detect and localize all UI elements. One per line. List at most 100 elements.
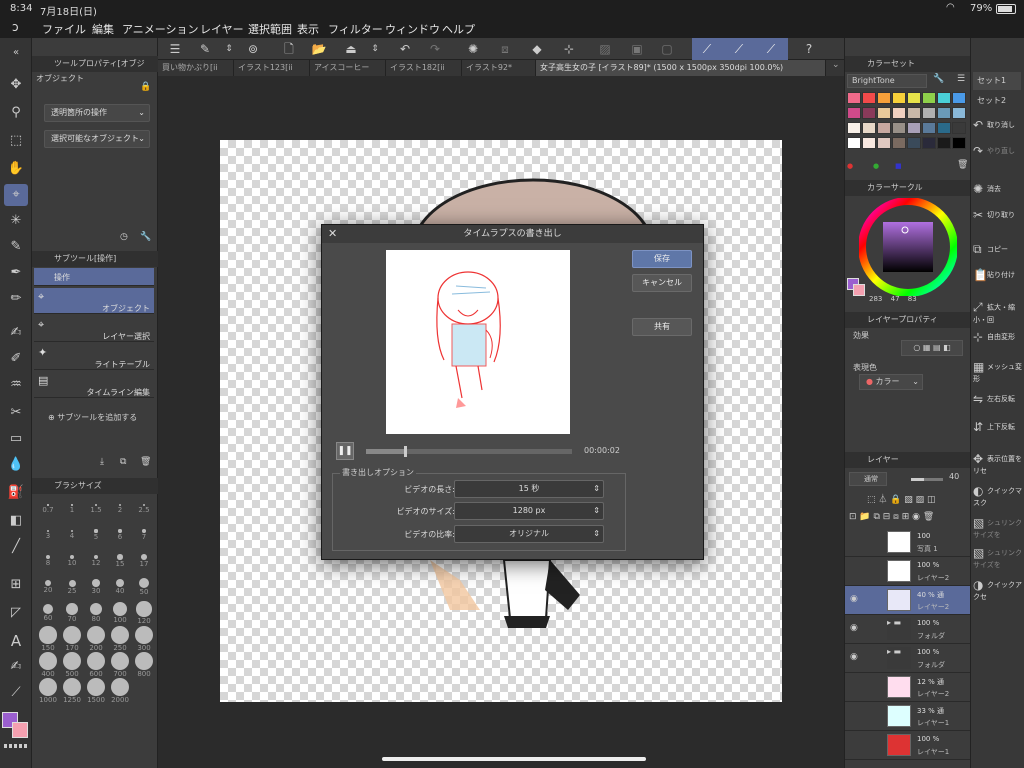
color-swatch[interactable]: [892, 122, 906, 134]
magic-wand-icon[interactable]: ✳: [4, 210, 28, 232]
eyedropper-icon[interactable]: ✎: [4, 236, 28, 258]
save-button[interactable]: 保存: [632, 250, 692, 268]
brush-size-preset[interactable]: 700: [108, 652, 132, 678]
tab-document[interactable]: イラスト123[ii: [234, 60, 310, 76]
undo-icon[interactable]: ↶: [396, 40, 414, 58]
color-swatch[interactable]: [922, 92, 936, 104]
color-swatch[interactable]: [862, 122, 876, 134]
loading-icon[interactable]: ✺: [464, 40, 482, 58]
brush-size-preset[interactable]: 3: [36, 524, 60, 548]
chevron-down-icon[interactable]: ⌄: [832, 60, 840, 70]
tab-document[interactable]: イラスト92*: [462, 60, 536, 76]
blend-mode-select[interactable]: 通常: [849, 472, 887, 486]
brush-size-preset[interactable]: 50: [132, 576, 156, 600]
balloon-icon[interactable]: ✍: [4, 656, 28, 678]
hand-icon[interactable]: ✋: [4, 158, 28, 180]
brush-size-preset[interactable]: 2000: [108, 678, 132, 704]
blue-dot-icon[interactable]: ■: [895, 162, 902, 170]
crop-icon[interactable]: ⊹: [560, 40, 578, 58]
open-folder-icon[interactable]: 📂: [310, 40, 328, 58]
brush-size-preset[interactable]: 60: [36, 602, 60, 626]
brush-size-preset[interactable]: 80: [84, 602, 108, 626]
visibility-icon[interactable]: ◉: [850, 594, 858, 604]
fill-icon[interactable]: ⛽: [4, 482, 28, 504]
help-icon[interactable]: ?: [800, 40, 818, 58]
command-button[interactable]: ▧ シュリンクサイズを: [973, 516, 1024, 540]
decoration-icon[interactable]: ♒: [4, 374, 28, 396]
brush-size-preset[interactable]: 500: [60, 652, 84, 678]
brush-size-preset[interactable]: 8: [36, 550, 60, 574]
color-wheel[interactable]: [859, 198, 957, 296]
color-swatch[interactable]: [922, 107, 936, 119]
trash-icon[interactable]: 🗑: [140, 457, 151, 467]
save-icon[interactable]: ⏏: [342, 40, 360, 58]
deselect-icon[interactable]: ▨: [596, 40, 614, 58]
clear-icon[interactable]: ▢: [658, 40, 676, 58]
set2-tab[interactable]: セット2: [973, 92, 1021, 110]
brush-size-preset[interactable]: 1: [60, 498, 84, 522]
color-set-select[interactable]: BrightTone: [847, 74, 927, 88]
subtool-copy-icon[interactable]: ⧉: [120, 457, 126, 467]
timeline-scrubber[interactable]: [366, 446, 572, 457]
command-button[interactable]: ◑ クイックアクセ: [973, 578, 1024, 602]
fill-bucket-icon[interactable]: ◆: [528, 40, 546, 58]
wrench-icon[interactable]: 🔧: [933, 74, 944, 84]
brush-size-preset[interactable]: 2.5: [132, 498, 156, 522]
video-ratio-select[interactable]: オリジナル ⇕: [454, 525, 604, 543]
layer-row[interactable]: 12 % 通レイヤー2: [845, 673, 971, 702]
layer-row[interactable]: ◉ ▸ ▬ 100 % フォルダ: [845, 615, 971, 644]
command-button[interactable]: ↶ 取り消し: [973, 118, 1024, 132]
menu-filter[interactable]: フィルター: [328, 21, 383, 37]
brush-size-preset[interactable]: 1500: [84, 678, 108, 704]
stabilizer-2-icon[interactable]: ⟋: [730, 40, 748, 58]
app-logo-icon[interactable]: ↄ: [12, 20, 19, 34]
menu-window[interactable]: ウィンドウ: [385, 21, 440, 37]
pencil-icon[interactable]: ✏: [4, 288, 28, 310]
command-button[interactable]: ✂ 切り取り: [973, 208, 1024, 222]
subtool-group-operation[interactable]: 操作: [34, 268, 154, 286]
tab-document[interactable]: イラスト182[ii: [386, 60, 462, 76]
color-swatch[interactable]: [877, 137, 891, 149]
wrench-icon[interactable]: 🔧: [140, 232, 151, 242]
color-swatch[interactable]: [892, 137, 906, 149]
brush-size-preset[interactable]: 120: [132, 601, 156, 626]
subtool-light-table[interactable]: ✦ ライトテーブル: [34, 344, 154, 370]
close-icon[interactable]: ✕: [328, 225, 337, 243]
pen-icon[interactable]: ✒: [4, 262, 28, 284]
color-swatch[interactable]: [847, 122, 861, 134]
brush-size-preset[interactable]: 2: [108, 498, 132, 522]
figure-icon[interactable]: ╱: [4, 536, 28, 558]
brush-size-preset[interactable]: 1000: [36, 678, 60, 704]
color-swatch[interactable]: [862, 107, 876, 119]
menu-view[interactable]: 表示: [297, 21, 319, 37]
command-button[interactable]: ⤢ 拡大・縮小・回: [973, 300, 1024, 325]
selectable-object-select[interactable]: 選択可能なオブジェクト ⌄: [44, 130, 150, 148]
color-swatch[interactable]: [892, 92, 906, 104]
menu-icon[interactable]: ☰: [166, 40, 184, 58]
subtool-layer-select[interactable]: ⌖ レイヤー選択: [34, 316, 154, 342]
layer-row[interactable]: 100 % レイヤー2: [845, 557, 971, 586]
invert-icon[interactable]: ▣: [628, 40, 646, 58]
updown-icon[interactable]: ⇕: [366, 40, 384, 58]
cancel-button[interactable]: キャンセル: [632, 274, 692, 292]
layer-row[interactable]: ◉ ▸ ▬ 100 % フォルダ: [845, 644, 971, 673]
color-swatch[interactable]: [937, 92, 951, 104]
subtool-duplicate-icon[interactable]: ⤓: [100, 457, 104, 467]
operation-tool-icon[interactable]: ⌖: [4, 184, 28, 206]
color-swatch[interactable]: [907, 92, 921, 104]
brush-size-preset[interactable]: 1.5: [84, 498, 108, 522]
command-button[interactable]: ◐ クイックマスク: [973, 484, 1024, 508]
brush-size-preset[interactable]: 400: [36, 652, 60, 678]
menu-icon[interactable]: ☰: [957, 74, 965, 84]
effect-buttons[interactable]: ○ ▦ ▤ ◧: [901, 340, 963, 356]
brush-size-preset[interactable]: 200: [84, 626, 108, 652]
layer-row[interactable]: 33 % 通レイヤー1: [845, 702, 971, 731]
eraser-icon[interactable]: ▭: [4, 428, 28, 450]
blend-icon[interactable]: ✂: [4, 402, 28, 424]
command-button[interactable]: ⇋ 左右反転: [973, 392, 1024, 406]
transparent-color-swatch[interactable]: [4, 744, 28, 748]
subtool-timeline-edit[interactable]: ▤ タイムライン編集: [34, 372, 154, 398]
lock-icon[interactable]: 🔒: [140, 82, 151, 92]
brush-size-preset[interactable]: 150: [36, 626, 60, 652]
gradient-icon[interactable]: ◧: [4, 510, 28, 532]
